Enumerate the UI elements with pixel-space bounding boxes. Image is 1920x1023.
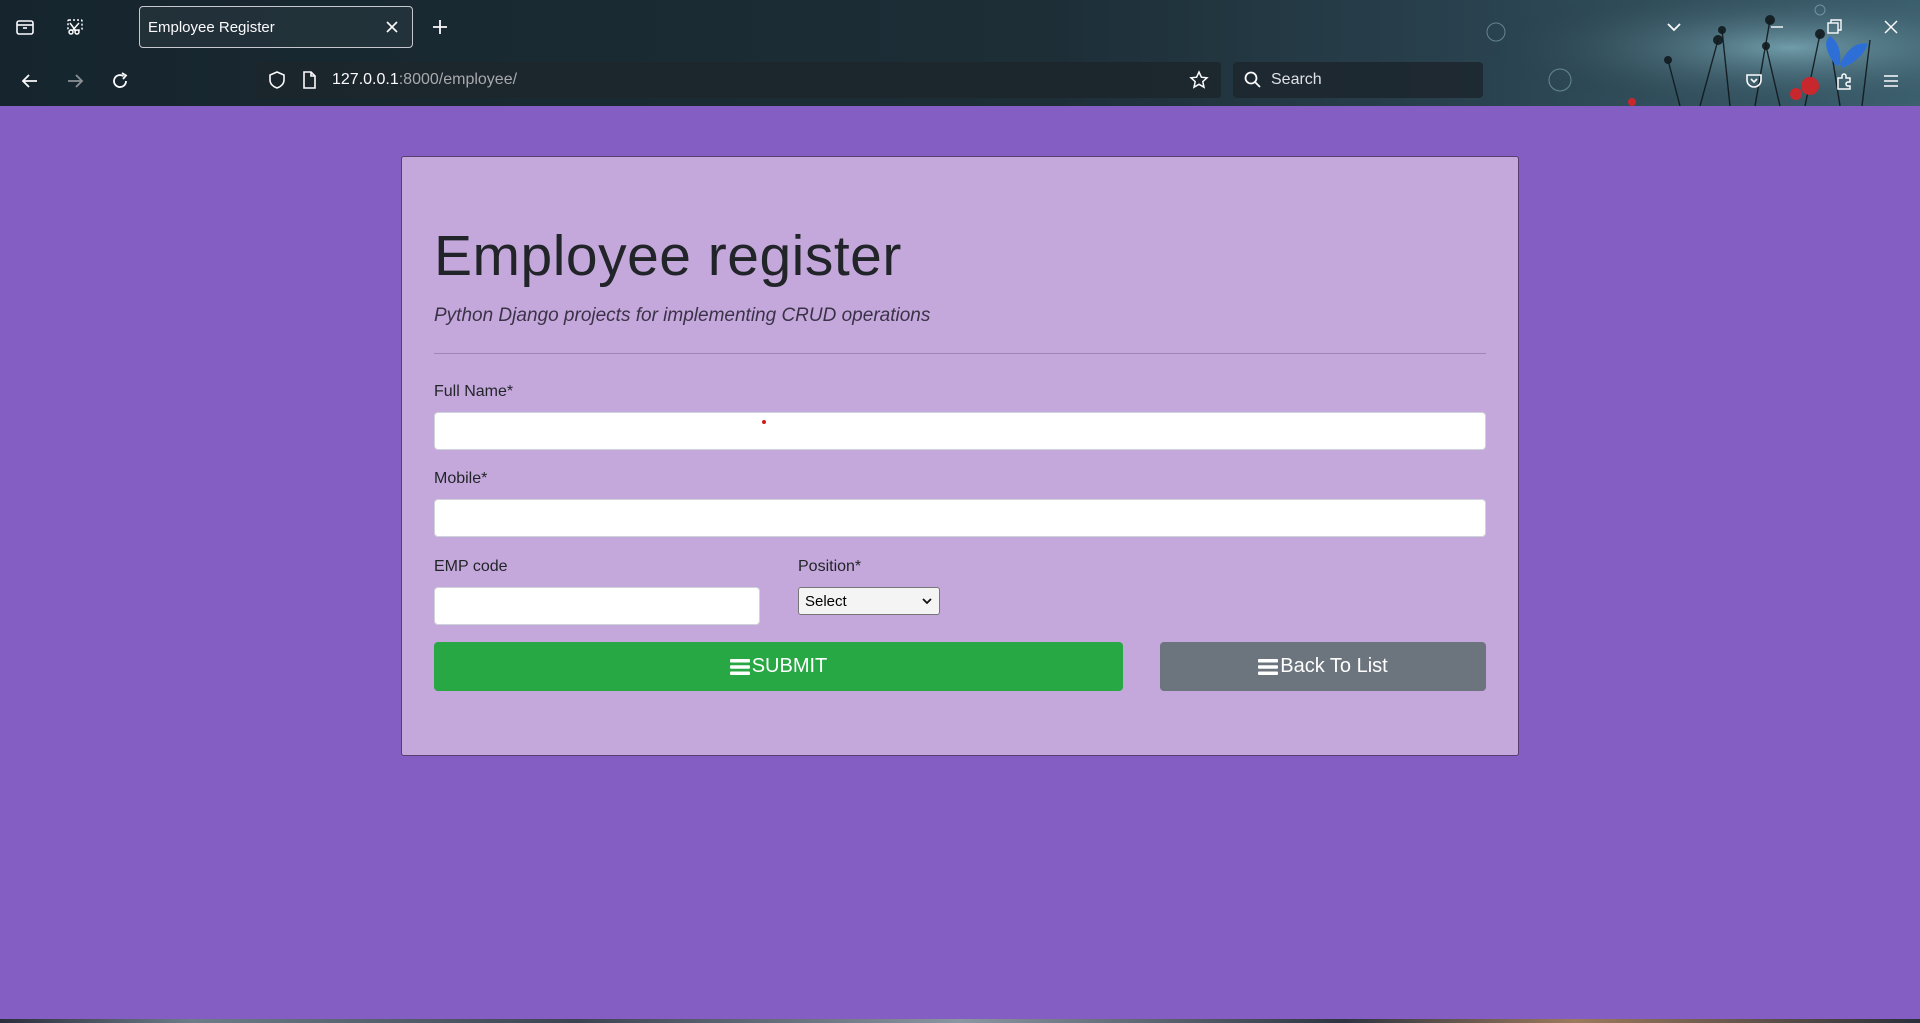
page-title: Employee register — [434, 224, 902, 288]
page-icon[interactable] — [291, 62, 327, 98]
url-bar[interactable]: 127.0.0.1:8000/employee/ — [255, 62, 1221, 98]
tab-employee-register[interactable]: Employee Register — [139, 6, 413, 48]
plus-icon[interactable] — [422, 9, 458, 45]
chevron-down-icon — [922, 598, 932, 605]
position-select[interactable]: Select — [798, 587, 940, 615]
shield-icon[interactable] — [259, 62, 295, 98]
url-text[interactable]: 127.0.0.1:8000/employee/ — [332, 71, 517, 89]
bars-icon — [729, 658, 750, 676]
taskbar-edge — [0, 1019, 1920, 1023]
url-path: :8000/employee/ — [398, 71, 518, 88]
puzzle-icon[interactable] — [1826, 63, 1862, 99]
arrow-right-icon[interactable] — [57, 63, 93, 99]
star-icon[interactable] — [1181, 62, 1217, 98]
browser-chrome: Employee Register 127.0.0.1:8000/employe… — [0, 0, 1920, 106]
close-icon[interactable] — [378, 13, 406, 41]
tab-title: Employee Register — [148, 18, 275, 36]
restore-icon[interactable] — [1816, 9, 1852, 45]
tab-list-icon[interactable] — [7, 9, 43, 45]
submit-button[interactable]: SUBMIT — [434, 642, 1123, 691]
close-icon[interactable] — [1873, 9, 1909, 45]
back-to-list-label: Back To List — [1280, 655, 1388, 677]
full-name-label: Full Name* — [434, 383, 514, 400]
emp-code-label: EMP code — [434, 558, 508, 575]
employee-form-card: Employee register Python Django projects… — [401, 156, 1519, 756]
position-select-value: Select — [805, 592, 847, 610]
full-name-input[interactable] — [434, 412, 1486, 450]
chevron-down-icon[interactable] — [1656, 9, 1692, 45]
url-host: 127.0.0.1 — [332, 71, 399, 88]
submit-button-label: SUBMIT — [751, 655, 828, 677]
tab-strip: Employee Register — [0, 0, 1920, 55]
pocket-icon[interactable] — [1736, 63, 1772, 99]
reload-icon[interactable] — [102, 63, 138, 99]
mobile-input[interactable] — [434, 499, 1486, 537]
mobile-label: Mobile* — [434, 470, 488, 487]
screenshot-icon[interactable] — [57, 9, 93, 45]
hamburger-menu-icon[interactable] — [1873, 63, 1909, 99]
navigation-toolbar: 127.0.0.1:8000/employee/ Search — [0, 55, 1920, 106]
cursor-indicator — [762, 420, 766, 424]
emp-code-input[interactable] — [434, 587, 760, 625]
search-placeholder: Search — [1271, 71, 1322, 88]
page-subtitle: Python Django projects for implementing … — [434, 305, 931, 326]
search-icon — [1235, 62, 1271, 98]
search-bar[interactable]: Search — [1233, 62, 1483, 98]
minimize-icon[interactable] — [1759, 9, 1795, 45]
bars-icon — [1258, 658, 1279, 676]
position-label: Position* — [798, 558, 862, 575]
arrow-left-icon[interactable] — [12, 63, 48, 99]
divider — [434, 353, 1486, 354]
back-to-list-button[interactable]: Back To List — [1160, 642, 1486, 691]
